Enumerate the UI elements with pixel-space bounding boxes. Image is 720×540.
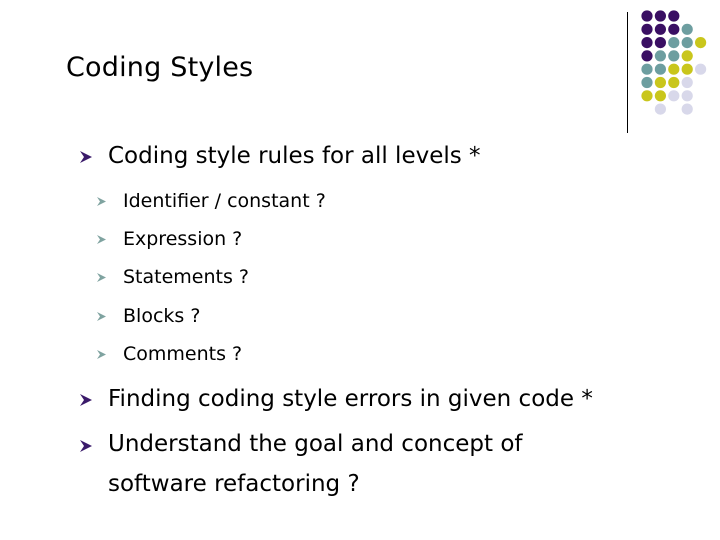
decorative-dot [654, 76, 667, 89]
decorative-dot [641, 50, 653, 62]
decorative-dot [654, 63, 667, 75]
decorative-dot [641, 90, 653, 102]
sub-bullet-text: Expression ? [123, 228, 243, 250]
sub-bullet-text: Comments ? [123, 343, 243, 365]
decorative-dot [681, 90, 693, 102]
arrowhead-bullet-icon [97, 197, 106, 206]
decorative-dot [668, 63, 680, 75]
bullet-text: Finding coding style errors in given cod… [108, 386, 593, 412]
decorative-dot [641, 76, 653, 89]
decorative-dot [681, 76, 693, 89]
decorative-dot [641, 63, 653, 75]
decorative-dot [654, 103, 667, 115]
decorative-dot [695, 37, 707, 49]
decorative-dot [641, 37, 653, 49]
decorative-dot [668, 90, 680, 102]
arrowhead-bullet-icon [80, 151, 92, 163]
decorative-dot [681, 37, 693, 49]
sub-bullet-text: Statements ? [123, 266, 250, 288]
sub-bullet-text: Identifier / constant ? [123, 190, 326, 212]
decorative-dot [641, 23, 653, 35]
decorative-dot [681, 23, 693, 35]
bullet-text: Understand the goal and concept of softw… [108, 431, 523, 497]
decorative-dot [654, 37, 667, 49]
decorative-dot [668, 10, 680, 22]
arrowhead-bullet-icon [97, 235, 106, 244]
slide: Coding Styles Coding style rules for all… [0, 0, 720, 540]
decorative-dot [654, 23, 667, 35]
arrowhead-bullet-icon [97, 312, 106, 321]
decorative-dot [668, 37, 680, 49]
arrowhead-bullet-icon [97, 273, 106, 282]
decorative-dot [654, 90, 667, 102]
decorative-dot [681, 50, 693, 62]
decorative-dot [668, 76, 680, 89]
bullet-text: Coding style rules for all levels * [108, 143, 481, 169]
decorative-dot-grid [641, 10, 707, 115]
decorative-dot [681, 103, 693, 115]
decorative-dot [641, 10, 653, 22]
decorative-dot [668, 50, 680, 62]
decorative-dot [654, 50, 667, 62]
decorative-dot [681, 63, 693, 75]
arrowhead-bullet-icon [80, 394, 92, 406]
decorative-dot [654, 10, 667, 22]
arrowhead-bullet-icon [97, 350, 106, 359]
decorative-dot [695, 63, 707, 75]
arrowhead-bullet-icon [80, 440, 92, 452]
decorative-dot [668, 23, 680, 35]
sub-bullet-text: Blocks ? [123, 305, 201, 327]
